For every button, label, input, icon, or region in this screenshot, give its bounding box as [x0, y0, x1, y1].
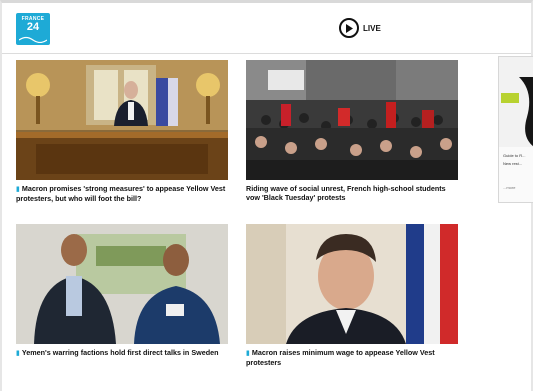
article-caption[interactable]: ▮ Macron promises 'strong measures' to ap…	[16, 184, 228, 203]
article-card[interactable]: ▮ Yemen's warring factions hold first dir…	[16, 224, 228, 374]
article-card[interactable]: ▮ Macron raises minimum wage to appease Y…	[246, 224, 458, 374]
ad-panel[interactable]: Guide to R... New rest... ...more	[498, 56, 533, 203]
article-caption[interactable]: Riding wave of social unrest, French hig…	[246, 184, 458, 202]
live-button[interactable]: LIVE	[339, 18, 381, 38]
article-title: Macron raises minimum wage to appease Ye…	[246, 348, 435, 367]
article-card[interactable]: ▮ Macron promises 'strong measures' to ap…	[16, 60, 228, 210]
ad-link[interactable]: ...more	[503, 185, 515, 190]
article-image[interactable]	[246, 224, 458, 344]
article-caption[interactable]: ▮ Macron raises minimum wage to appease Y…	[246, 348, 458, 367]
live-label: LIVE	[363, 23, 381, 33]
video-marker-icon: ▮	[246, 350, 250, 357]
ad-title: Guide to R...	[503, 153, 526, 158]
ad-subtitle: New rest...	[503, 161, 523, 166]
article-image[interactable]	[16, 224, 228, 344]
france24-logo[interactable]: FRANCE 24	[16, 13, 50, 45]
logo-wave-icon	[19, 36, 47, 43]
logo-text-line2: 24	[26, 21, 40, 33]
article-title: Yemen's warring factions hold first dire…	[21, 348, 219, 357]
article-caption[interactable]: ▮ Yemen's warring factions hold first dir…	[16, 348, 228, 358]
article-title: Riding wave of social unrest, French hig…	[246, 184, 446, 202]
video-marker-icon: ▮	[16, 186, 20, 193]
video-marker-icon: ▮	[16, 350, 20, 357]
play-icon	[339, 18, 359, 38]
article-title: Macron promises 'strong measures' to app…	[16, 184, 226, 203]
article-image[interactable]	[246, 60, 458, 180]
site-header: FRANCE 24 LIVE	[2, 3, 531, 54]
article-card[interactable]: Riding wave of social unrest, French hig…	[246, 60, 458, 210]
article-image[interactable]	[16, 60, 228, 180]
ad-image	[499, 57, 533, 147]
